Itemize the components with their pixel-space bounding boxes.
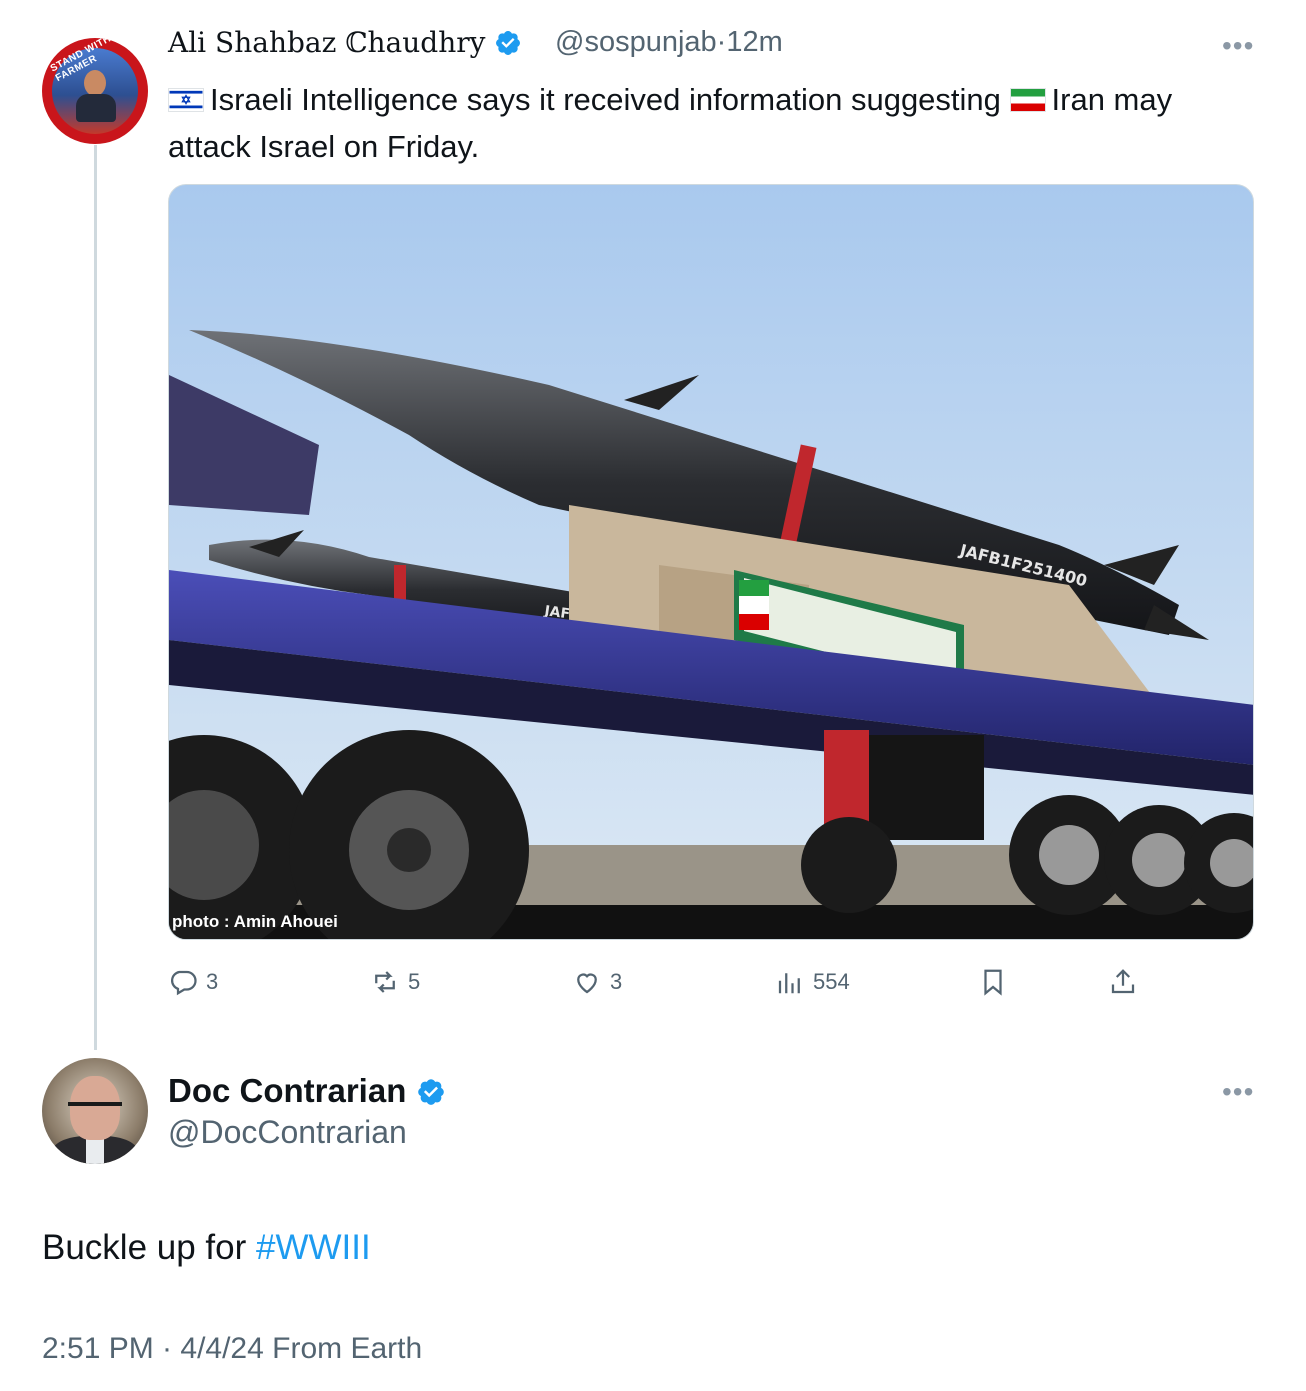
author-handle: @sospunjab xyxy=(555,26,717,58)
post-text-body: Buckle up for xyxy=(42,1228,256,1267)
repost-icon xyxy=(375,971,395,993)
views-icon xyxy=(778,973,800,994)
thread-connector-line xyxy=(94,145,97,1050)
iran-flag-icon xyxy=(1009,88,1046,112)
avatar-glasses xyxy=(68,1102,122,1118)
post-media-image[interactable]: JAFB1F251400 JAFB1F250100 xyxy=(168,184,1254,940)
views-count: 554 xyxy=(813,969,850,994)
reply-button[interactable]: 3 xyxy=(168,962,218,1002)
reply-count: 3 xyxy=(206,969,219,994)
israel-flag-icon xyxy=(168,88,204,112)
hashtag-link[interactable]: #WWIII xyxy=(256,1228,371,1267)
share-icon xyxy=(1111,969,1135,994)
repost-button[interactable]: 5 xyxy=(370,962,420,1002)
photo-credit: photo : Amin Ahouei xyxy=(172,912,338,931)
post-text: Buckle up for #WWIII xyxy=(42,1228,371,1268)
share-button[interactable] xyxy=(1108,962,1146,1002)
avatar[interactable] xyxy=(42,1058,148,1164)
author-name[interactable]: Doc Contrarian xyxy=(168,1072,446,1110)
author-name[interactable]: Ali Shahbaz ℂhaudhry xyxy=(168,26,522,59)
avatar-face xyxy=(84,70,106,96)
like-count: 3 xyxy=(610,969,623,994)
missile-truck-photo: JAFB1F251400 JAFB1F250100 xyxy=(169,185,1253,939)
more-options-icon[interactable]: ••• xyxy=(1222,1076,1254,1108)
views-button[interactable]: 554 xyxy=(775,962,850,1002)
post-time: 12m xyxy=(726,26,783,58)
author-name-text: Ali Shahbaz ℂhaudhry xyxy=(168,26,486,59)
like-button[interactable]: 3 xyxy=(572,962,622,1002)
repost-count: 5 xyxy=(408,969,421,994)
author-handle[interactable]: @DocContrarian xyxy=(168,1114,407,1151)
heart-icon xyxy=(577,973,597,994)
post-text: Israeli Intelligence says it received in… xyxy=(168,76,1248,170)
post-timestamp[interactable]: 2:51 PM · 4/4/24 From Earth xyxy=(42,1332,422,1366)
reply-icon xyxy=(171,970,197,996)
avatar[interactable]: STAND WITH FARMER xyxy=(42,38,148,144)
avatar-shirt xyxy=(86,1136,104,1164)
more-options-icon[interactable]: ••• xyxy=(1222,30,1254,62)
bookmark-button[interactable] xyxy=(978,962,1016,1002)
verified-badge-icon xyxy=(417,1079,444,1105)
separator-dot: · xyxy=(716,26,727,58)
avatar-body xyxy=(76,94,116,122)
author-name-text: Doc Contrarian xyxy=(168,1072,407,1109)
post-text-part1: Israeli Intelligence says it received in… xyxy=(210,82,1010,117)
author-handle-and-time[interactable]: @sospunjab·12m xyxy=(555,26,783,59)
bookmark-icon xyxy=(984,969,1002,996)
verified-badge-icon xyxy=(496,31,521,55)
